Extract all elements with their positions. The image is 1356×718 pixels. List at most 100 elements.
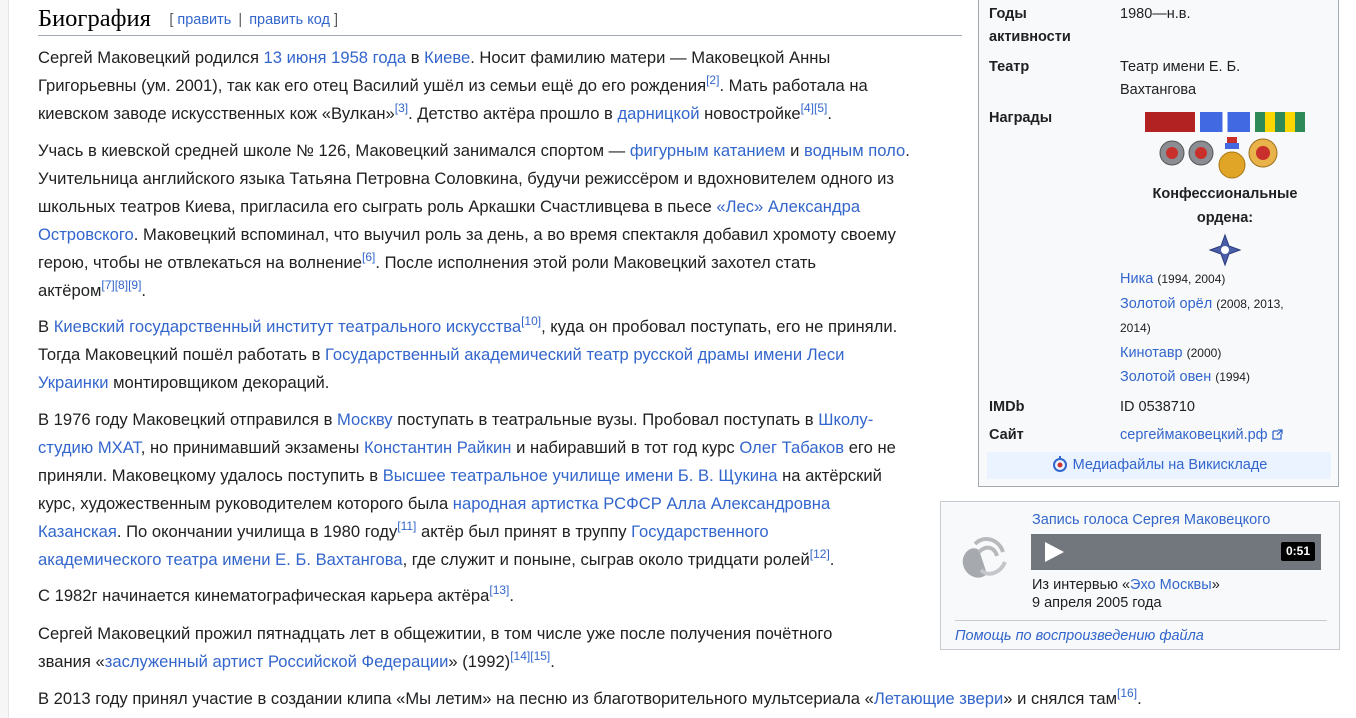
text-run: Сергей Маковецкий родился [38,48,264,67]
site-link[interactable]: сергеймаковецкий.рф [1120,427,1268,443]
ribbon-red[interactable] [1145,112,1195,132]
paragraph-school: Учась в киевской средней школе № 126, Ма… [38,137,910,305]
article-link[interactable]: Украинки [38,373,108,392]
reference-link[interactable]: [16] [1117,686,1137,700]
article-link[interactable]: Киевский государственный институт театра… [54,317,521,336]
article-link[interactable]: Островского [38,225,134,244]
imdb-label[interactable]: IMDb [989,396,1024,419]
reference-link[interactable]: [13] [489,583,509,597]
article-link[interactable]: Высшее театральное училище имени Б. В. Щ… [383,466,778,485]
article-link[interactable]: Казанская [38,522,117,541]
reference-link[interactable]: [8] [115,278,128,292]
film-prizes-list: Ника (1994, 2004) Золотой орёл (2008, 20… [1120,267,1284,390]
external-link-icon [1271,425,1283,448]
reference-link[interactable]: [6] [362,250,375,264]
text-run: актёром [38,281,102,300]
article-link[interactable]: Олег Табаков [739,438,844,457]
article-link[interactable]: водным поло [804,141,905,160]
order-star-icon[interactable] [1248,138,1278,168]
reference-link[interactable]: [5] [814,101,827,115]
article-link[interactable]: Школу- [818,410,873,429]
text-run: Сергей Маковецкий прожил пятнадцать лет … [38,624,833,643]
edit-link[interactable]: править [177,12,231,28]
site-row: сергеймаковецкий.рф [1120,424,1283,448]
speaker-icon [957,530,1013,595]
text-run: актёр был принят в труппу [416,522,632,541]
text-run: приняли. Маковецкому удалось поступить в [38,466,383,485]
state-prize-medal-icon[interactable] [1218,137,1246,179]
article-link[interactable]: Москву [337,410,393,429]
text-run: Тогда Маковецкий пошёл работать в [38,345,326,364]
reference-link[interactable]: [7] [101,278,114,292]
article-link[interactable]: народная артистка РСФСР [453,494,662,513]
confessional-orders-heading: Конфессиональные ордена: [1152,186,1298,226]
play-icon[interactable] [1045,542,1064,562]
article-link[interactable]: заслуженный артист Российской Федерации [105,652,449,671]
prize-golden-eagle: Золотой орёл (2008, 2013, [1120,295,1284,312]
text-run: школьных театров Киева, пригласила его с… [38,197,717,216]
article-link[interactable]: Алла Александровна [666,494,830,513]
article-link[interactable]: Киеве [424,48,470,67]
church-order-cross-icon[interactable] [1120,233,1330,267]
echo-moskvy-link[interactable]: Эхо Москвы [1130,577,1212,593]
audio-player: 0:51 [1031,534,1321,570]
article-link[interactable]: 13 июня [264,48,327,67]
text-run: , где служит и поныне, сыграв около трид… [402,550,810,569]
paragraph-kyiv-institute: В Киевский государственный институт теат… [38,313,897,397]
order-medal-icon[interactable] [1159,140,1185,166]
text-run: и [785,141,804,160]
text-run: . По окончании училища в 1980 году [116,522,398,541]
reference-link[interactable]: [12] [810,547,830,561]
reference-link[interactable]: [15] [530,649,550,663]
text-run: . [905,141,910,160]
text-run: киевском заводе искусственных кож «Вулка… [38,104,395,123]
medals-graphic [1159,137,1278,179]
article-link[interactable]: Летающие звери [874,689,1003,708]
audio-caption: Из интервью «Эхо Москвы» 9 апреля 2005 г… [1032,577,1220,611]
article-link[interactable]: студию МХАТ [38,438,141,457]
article-link[interactable]: Константин Райкин [364,438,512,457]
reference-link[interactable]: [3] [395,101,408,115]
article-link[interactable]: фигурным катанием [630,141,786,160]
commons-link[interactable]: Медиафайлы на Викискладе [1073,457,1268,473]
text-run: герою, чтобы не отвлекаться на волнение [38,253,363,272]
ribbon-blue[interactable] [1200,112,1250,132]
prize-golden-eagle-cont: 2014) [1120,321,1151,335]
article-link[interactable]: «Лес» Александра [716,197,860,216]
commons-icon [1051,455,1069,483]
theatre-link[interactable]: Театр имени Е. Б. Вахтангова [1120,56,1240,102]
prize-nika: Ника (1994, 2004) [1120,271,1226,287]
audio-title-link[interactable]: Запись голоса Сергея Маковецкого [1032,510,1270,530]
article-link[interactable]: 1958 года [331,48,406,67]
article-link[interactable]: Государственный академический театр русс… [325,345,844,364]
reference-link[interactable]: [14] [510,649,530,663]
reference-link[interactable]: [4] [801,101,814,115]
text-run: Учась в киевской средней школе № 126, Ма… [38,141,630,160]
reference-link[interactable]: [2] [706,73,719,87]
imdb-link[interactable]: ID 0538710 [1120,396,1195,419]
audio-help: Помощь по воспроизведению файла [955,620,1327,651]
reference-link[interactable]: [10] [521,314,541,328]
playback-help-link[interactable]: Помощь по воспроизведению файла [955,628,1204,644]
reference-link[interactable]: [9] [128,278,141,292]
text-run: В 2013 году принял участие в создании кл… [38,689,874,708]
text-run: в [406,48,425,67]
text-run: . После исполнения этой роли Маковецкий … [375,253,817,272]
awards-label: Награды [989,110,1053,126]
article-link[interactable]: Государственного [631,522,769,541]
order-medal-icon[interactable] [1188,140,1214,166]
award-medals [1159,137,1309,181]
prize-kinotavr: Кинотавр (2000) [1120,344,1222,361]
article-link[interactable]: дарницкой [617,104,699,123]
site-label: Сайт [989,427,1024,443]
award-ribbons [1145,112,1305,132]
edit-code-link[interactable]: править код [249,12,330,28]
text-run: Учительница английского языка Татьяна Пе… [38,169,895,188]
article-link[interactable]: академического театра имени Е. Б. Вахтан… [38,550,403,569]
text-run: курс, художественным руководителем котор… [38,494,453,513]
left-margin [0,0,9,718]
reference-link[interactable]: [11] [397,519,416,533]
ribbon-green[interactable] [1255,112,1305,132]
commons-bar: Медиафайлы на Викискладе [987,452,1331,479]
text-run: поступать в театральные вузы. Пробовал п… [392,410,819,429]
